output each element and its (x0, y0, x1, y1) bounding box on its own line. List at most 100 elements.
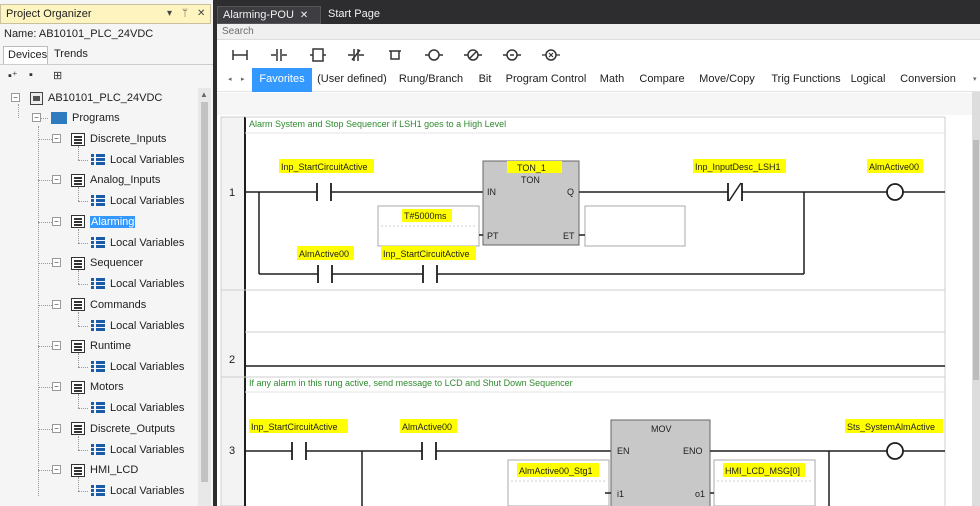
category-favorites[interactable]: Favorites (252, 68, 312, 92)
coil-negated-icon[interactable] (463, 45, 483, 65)
tree-program-discrete-inputs[interactable]: − Discrete_Inputs (52, 130, 166, 148)
category-math[interactable]: Math (595, 68, 629, 92)
tab-devices[interactable]: Devices (3, 46, 48, 64)
rung-comment[interactable]: Alarm System and Stop Sequencer if LSH1 … (249, 119, 506, 129)
rung-comment[interactable]: If any alarm in this rung active, send m… (249, 378, 573, 388)
scroll-right-icon[interactable]: ▸ (241, 75, 245, 83)
collapse-icon[interactable]: − (32, 113, 41, 122)
tree-local-variables[interactable]: Local Variables (91, 358, 184, 376)
category-compare[interactable]: Compare (637, 68, 687, 92)
remove-device-icon[interactable]: ▪ (29, 69, 33, 81)
tree-program-sequencer[interactable]: − Sequencer (52, 254, 143, 272)
collapse-icon[interactable]: − (52, 175, 61, 185)
block-icon[interactable] (308, 45, 328, 65)
output-coil[interactable] (886, 183, 904, 201)
tree-local-variables[interactable]: Local Variables (91, 151, 184, 169)
rung-number: 3 (229, 445, 235, 457)
contact-tag[interactable]: Inp_StartCircuitActive (281, 162, 368, 172)
search-input[interactable]: Search (217, 24, 980, 40)
overflow-icon[interactable]: ▾ (973, 75, 977, 83)
tree-device[interactable]: − AB10101_PLC_24VDC (11, 89, 163, 107)
tree-local-variables[interactable]: Local Variables (91, 275, 184, 293)
et-output-box[interactable] (584, 205, 686, 247)
project-organizer-header: Project Organizer ▾ ᛘ ✕ (0, 4, 211, 24)
tree-programs[interactable]: − Programs (32, 109, 120, 127)
contact-no-icon[interactable] (269, 45, 289, 65)
tree-local-variables[interactable]: Local Variables (91, 441, 184, 459)
tree-local-variables[interactable]: Local Variables (91, 317, 184, 335)
category-bit[interactable]: Bit (473, 68, 497, 92)
dropdown-icon[interactable]: ▾ (167, 5, 172, 23)
category-trig-functions[interactable]: Trig Functions (767, 68, 845, 92)
scroll-up-icon[interactable]: ▲ (200, 90, 208, 99)
close-icon[interactable]: ✕ (300, 10, 308, 21)
tree-program-discrete-outputs[interactable]: − Discrete_Outputs (52, 420, 175, 438)
contact-tag[interactable]: AlmActive00 (402, 422, 452, 432)
program-icon (71, 132, 85, 146)
tree-program-alarming[interactable]: − Alarming (52, 213, 136, 231)
mov-input-value[interactable]: AlmActive00_Stg1 (519, 466, 593, 476)
tree-program-commands[interactable]: − Commands (52, 296, 146, 314)
program-icon (71, 339, 85, 353)
close-icon[interactable]: ✕ (197, 5, 205, 23)
variables-icon (91, 154, 105, 166)
mov-output-value[interactable]: HMI_LCD_MSG[0] (725, 466, 800, 476)
tree-local-variables[interactable]: Local Variables (91, 482, 184, 500)
tab-alarming-pou[interactable]: Alarming-POU ✕ (217, 6, 321, 24)
block-type: MOV (651, 424, 672, 434)
pt-value[interactable]: T#5000ms (404, 211, 447, 221)
category-rung-branch[interactable]: Rung/Branch (397, 68, 465, 92)
collapse-icon[interactable]: − (52, 423, 61, 433)
tree-program-hmi-lcd[interactable]: − HMI_LCD (52, 461, 139, 479)
output-coil[interactable] (886, 442, 904, 460)
category-conversion[interactable]: Conversion (897, 68, 959, 92)
category-move-copy[interactable]: Move/Copy (695, 68, 759, 92)
collapse-icon[interactable]: − (52, 465, 61, 475)
tree-program-analog-inputs[interactable]: − Analog_Inputs (52, 171, 160, 189)
rung-icon[interactable] (230, 45, 250, 65)
ladder-diagram: 1 Alarm System and Stop Sequencer if LSH… (217, 115, 972, 506)
pin-en: EN (617, 446, 630, 456)
tree-program-motors[interactable]: − Motors (52, 378, 124, 396)
contact-nc-icon[interactable] (346, 45, 366, 65)
tree-scrollbar[interactable]: ▲ (198, 88, 211, 506)
coil-reset-icon[interactable] (541, 45, 561, 65)
editor-scrollbar[interactable] (972, 92, 980, 506)
contact-tag[interactable]: Inp_StartCircuitActive (251, 422, 338, 432)
collapse-icon[interactable]: − (11, 93, 20, 102)
category-logical[interactable]: Logical (849, 68, 887, 92)
tree-local-variables[interactable]: Local Variables (91, 234, 184, 252)
collapse-icon[interactable]: − (52, 341, 61, 350)
branch-icon[interactable] (385, 45, 405, 65)
tab-label: Alarming-POU (223, 9, 294, 21)
scroll-thumb[interactable] (201, 102, 208, 482)
tab-trends[interactable]: Trends (50, 46, 90, 64)
tree-program-runtime[interactable]: − Runtime (52, 337, 131, 355)
tree-view-icon[interactable]: ⊞ (53, 69, 62, 82)
collapse-icon[interactable]: − (52, 134, 61, 143)
branch-contact-tag[interactable]: Inp_StartCircuitActive (383, 249, 470, 259)
scroll-left-icon[interactable]: ◂ (228, 75, 232, 83)
collapse-icon[interactable]: − (52, 382, 61, 392)
add-device-icon[interactable]: ▪⁺ (8, 69, 18, 82)
tab-start-page[interactable]: Start Page (323, 6, 403, 24)
device-label: AB10101_PLC_24VDC (48, 92, 163, 104)
branch-contact-tag[interactable]: AlmActive00 (299, 249, 349, 259)
block-instance[interactable]: TON_1 (517, 163, 546, 173)
coil-icon[interactable] (424, 45, 444, 65)
collapse-icon[interactable]: − (52, 299, 61, 309)
scroll-thumb[interactable] (973, 140, 979, 380)
tree-local-variables[interactable]: Local Variables (91, 399, 184, 417)
collapse-icon[interactable]: − (52, 258, 61, 268)
category-user-defined[interactable]: (User defined) (316, 68, 388, 92)
programs-label: Programs (72, 112, 120, 124)
program-label: HMI_LCD (90, 464, 139, 477)
coil-tag[interactable]: AlmActive00 (869, 162, 919, 172)
coil-tag[interactable]: Sts_SystemAlmActive (847, 422, 935, 432)
tree-local-variables[interactable]: Local Variables (91, 192, 184, 210)
pin-icon[interactable]: ᛘ (182, 5, 188, 23)
contact-tag[interactable]: Inp_InputDesc_LSH1 (695, 162, 781, 172)
coil-set-icon[interactable] (502, 45, 522, 65)
category-program-control[interactable]: Program Control (505, 68, 587, 92)
collapse-icon[interactable]: − (52, 216, 61, 226)
